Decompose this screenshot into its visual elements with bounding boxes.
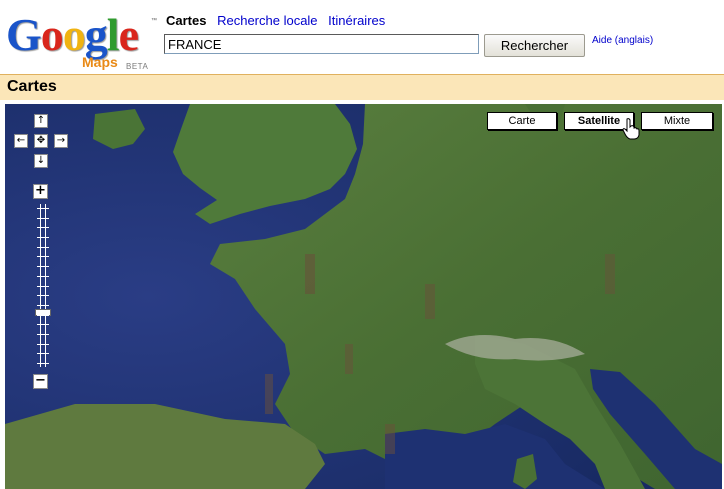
pan-right-button[interactable]: →: [54, 134, 68, 148]
tab-cartes: Cartes: [166, 13, 207, 28]
search-input[interactable]: [164, 34, 479, 54]
zoom-slider-tick: [37, 343, 49, 345]
zoom-slider-tick: [37, 256, 49, 258]
beta-badge: BETA: [126, 62, 149, 71]
zoom-slider-tick: [37, 333, 49, 335]
zoom-slider-tick: [37, 208, 49, 209]
search-button[interactable]: Rechercher: [484, 34, 585, 57]
satellite-imagery: [5, 104, 722, 489]
map-type-mixte-button[interactable]: Mixte: [641, 112, 713, 130]
zoom-slider-tick: [37, 353, 49, 355]
zoom-out-button[interactable]: −: [33, 374, 48, 389]
satellite-map[interactable]: ↑ ← ✥ → ↓ + − Carte Satellite Mixte: [5, 104, 722, 489]
pan-center-button[interactable]: ✥: [34, 134, 48, 148]
map-type-carte-button[interactable]: Carte: [487, 112, 557, 130]
tab-itineraires[interactable]: Itinéraires: [328, 13, 385, 28]
hand-pointer-cursor-icon: [622, 118, 640, 140]
google-logo-wordmark: Google: [6, 9, 139, 60]
zoom-slider-tick: [37, 266, 49, 268]
zoom-slider-tick: [37, 217, 49, 219]
zoom-slider-tick: [37, 285, 49, 287]
section-title-bar: Cartes: [0, 74, 724, 100]
pan-down-button[interactable]: ↓: [34, 154, 48, 168]
trademark-symbol: ™: [151, 18, 157, 24]
zoom-slider-tick: [37, 227, 49, 229]
zoom-slider-tick: [37, 314, 49, 316]
pan-up-button[interactable]: ↑: [34, 114, 48, 128]
zoom-slider-tick: [37, 275, 49, 277]
zoom-slider-tick: [37, 363, 49, 364]
help-link[interactable]: Aide (anglais): [592, 35, 653, 46]
tab-recherche-locale[interactable]: Recherche locale: [217, 13, 317, 28]
pan-left-button[interactable]: ←: [14, 134, 28, 148]
google-maps-logo[interactable]: Google ™ Maps BETA: [6, 9, 157, 72]
zoom-slider-tick: [37, 295, 49, 297]
zoom-slider-tick: [37, 246, 49, 248]
page-title: Cartes: [7, 78, 57, 95]
logo-product-name: Maps: [82, 54, 118, 70]
zoom-slider-tick: [37, 237, 49, 239]
zoom-in-button[interactable]: +: [33, 184, 48, 199]
zoom-slider-tick: [37, 324, 49, 326]
zoom-slider-tick: [37, 304, 49, 306]
product-tabs: Cartes Recherche locale Itinéraires: [166, 13, 392, 28]
